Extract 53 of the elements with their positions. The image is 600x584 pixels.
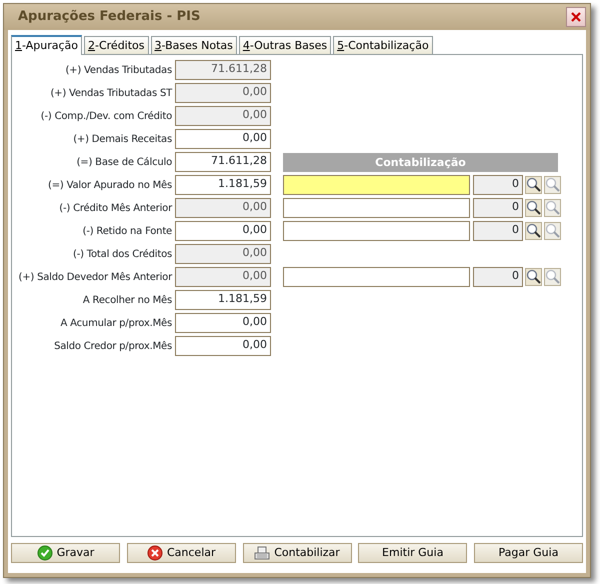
field-label: (+) Saldo Devedor Mês Anterior	[18, 270, 174, 284]
value-field[interactable]: 0,00	[175, 313, 271, 333]
field-label: (=) Base de Cálculo	[76, 156, 173, 170]
section-header: Contabilização	[283, 152, 558, 172]
field-label: (-) Retido na Fonte	[82, 224, 173, 238]
value-field[interactable]: 0,00	[175, 129, 271, 149]
tab[interactable]: 2-Créditos	[84, 36, 149, 54]
field-label: A Recolher no Mês	[82, 294, 173, 308]
window-title: Apurações Federais - PIS	[18, 8, 200, 26]
value-field[interactable]: 0,00	[175, 221, 271, 241]
toolbar-button[interactable]: Cancelar	[126, 543, 236, 563]
close-icon	[571, 12, 581, 22]
value-field: 0,00	[175, 267, 271, 287]
field-label: Saldo Credor p/prox.Mês	[53, 340, 173, 354]
tab[interactable]: 1-Apuração	[11, 35, 82, 55]
account-field[interactable]	[283, 221, 470, 241]
value-field: 0,00	[175, 106, 271, 126]
toolbar-button[interactable]: Emitir Guia	[358, 543, 468, 563]
value-field[interactable]: 0,00	[175, 336, 271, 356]
code-field: 0	[473, 267, 523, 287]
value-field: 71.611,28	[175, 60, 271, 80]
value-field: 0,00	[175, 244, 271, 264]
search-icon[interactable]	[525, 199, 542, 217]
code-field: 0	[473, 175, 523, 195]
tab[interactable]: 3-Bases Notas	[150, 36, 237, 54]
field-label: (-) Crédito Mês Anterior	[58, 202, 174, 216]
toolbar-button[interactable]: Pagar Guia	[474, 543, 583, 563]
field-label: (=) Valor Apurado no Mês	[47, 178, 173, 192]
check-icon	[36, 545, 53, 561]
field-label: (-) Total dos Créditos	[72, 248, 173, 262]
code-field: 0	[473, 221, 523, 241]
value-field: 0,00	[175, 198, 271, 218]
field-label: (+) Vendas Tributadas ST	[49, 86, 174, 100]
field-label: (+) Demais Receitas	[72, 132, 173, 146]
search-icon[interactable]	[525, 222, 542, 240]
tab[interactable]: 4-Outras Bases	[238, 36, 332, 54]
tab[interactable]: 5-Contabilização	[333, 36, 433, 54]
value-field[interactable]: 71.611,28	[175, 152, 271, 172]
value-field: 0,00	[175, 83, 271, 103]
search-icon[interactable]	[525, 268, 542, 286]
field-label: A Acumular p/prox.Mês	[60, 316, 173, 330]
code-field: 0	[473, 198, 523, 218]
field-label: (+) Vendas Tributadas	[64, 64, 173, 78]
search-icon[interactable]	[525, 176, 542, 194]
value-field[interactable]: 1.181,59	[175, 290, 271, 310]
toolbar-button[interactable]: Gravar	[11, 543, 120, 563]
value-field[interactable]: 1.181,59	[175, 175, 271, 195]
account-field[interactable]	[283, 175, 470, 195]
close-button[interactable]	[566, 7, 586, 27]
cash-register-icon	[254, 545, 270, 561]
toolbar-button[interactable]: Contabilizar	[242, 543, 352, 563]
field-label: (-) Comp./Dev. com Crédito	[40, 110, 173, 124]
cancel-icon	[146, 545, 163, 561]
